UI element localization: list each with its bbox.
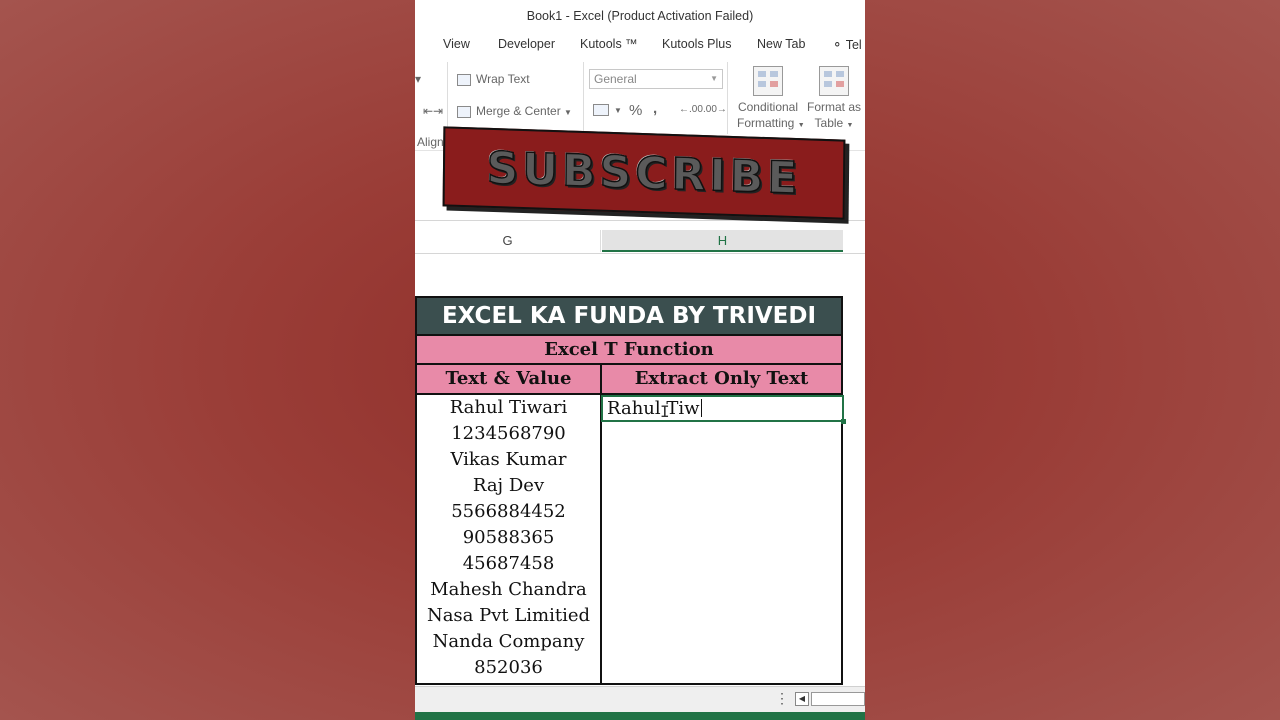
cell-value[interactable]: Vikas Kumar — [417, 447, 600, 473]
format-as-table-icon — [819, 66, 849, 96]
cell-value[interactable]: 1234568790 — [417, 421, 600, 447]
tab-kutools[interactable]: Kutools ™ — [580, 37, 638, 51]
number-format-select[interactable]: General ▼ — [589, 69, 723, 89]
chevron-down-icon: ▼ — [846, 122, 854, 129]
chevron-down-icon: ▼ — [564, 108, 572, 117]
active-cell-text: Rahul Tiw — [607, 398, 700, 419]
format-as-table-label-2: Table — [814, 116, 844, 130]
tab-kutools-plus[interactable]: Kutools Plus — [662, 37, 731, 51]
window-title: Book1 - Excel (Product Activation Failed… — [526, 9, 754, 23]
column-extract-only-text — [600, 395, 843, 685]
active-cell-h[interactable]: Rahul Tiw I — [601, 395, 846, 424]
format-as-table-button[interactable]: Format as Table ▼ — [805, 99, 863, 134]
merge-center-label: Merge & Center — [476, 104, 561, 118]
lightbulb-icon: ⚬ — [832, 38, 843, 52]
chevron-down-icon: ▼ — [710, 74, 718, 83]
align-dropdown[interactable]: ▾ — [415, 72, 421, 86]
increase-decimal-label: .00 — [689, 104, 703, 115]
tab-view[interactable]: View — [443, 37, 470, 51]
cell-value[interactable]: 90588365 — [417, 525, 600, 551]
cell-value[interactable]: Nanda Company — [417, 629, 600, 655]
tell-me-label: Tel — [845, 38, 862, 52]
conditional-formatting-button[interactable]: Conditional Formatting ▼ — [737, 99, 805, 134]
chevron-down-icon: ▼ — [614, 106, 622, 115]
wrap-text-icon — [457, 73, 471, 86]
wrap-text-button[interactable]: Wrap Text — [457, 72, 530, 86]
text-caret — [700, 399, 702, 417]
number-format-value: General — [594, 72, 637, 86]
column-header-g[interactable]: G — [415, 230, 601, 252]
cell-value[interactable]: Rahul Tiwari — [417, 395, 600, 421]
conditional-formatting-label: Conditional — [737, 100, 799, 114]
excel-window: Book1 - Excel (Product Activation Failed… — [415, 0, 865, 720]
tab-new-tab[interactable]: New Tab — [757, 37, 805, 51]
subscribe-banner[interactable]: SUBSCRIBE — [442, 126, 846, 220]
table-banner: EXCEL KA FUNDA BY TRIVEDI — [415, 296, 843, 336]
conditional-formatting-icon — [753, 66, 783, 96]
fill-handle[interactable] — [841, 419, 846, 424]
tab-tell-me[interactable]: ⚬ Tel — [832, 37, 862, 52]
header-text-value[interactable]: Text & Value — [415, 365, 602, 395]
scrollbar-thumb[interactable] — [811, 692, 865, 706]
cell-value[interactable]: 852036 — [417, 655, 600, 681]
indent-icon[interactable]: ⇤⇥ — [423, 104, 443, 118]
cell-value[interactable]: Mahesh Chandra — [417, 577, 600, 603]
tab-developer[interactable]: Developer — [498, 37, 555, 51]
column-header-h[interactable]: H — [602, 230, 843, 252]
column-text-value: Rahul Tiwari 1234568790 Vikas Kumar Raj … — [415, 395, 602, 685]
wrap-text-label: Wrap Text — [476, 72, 530, 86]
horizontal-scrollbar[interactable]: ⋮ ◀ — [415, 686, 865, 712]
chevron-down-icon: ▼ — [797, 122, 805, 129]
formula-bar-divider — [415, 220, 865, 221]
cell-value[interactable]: 5566884452 — [417, 499, 600, 525]
increase-decimal-button[interactable]: ←.00 — [679, 104, 703, 115]
table-subtitle: Excel T Function — [415, 336, 843, 365]
decrease-decimal-label: .00 — [703, 104, 717, 115]
header-extract-only-text[interactable]: Extract Only Text — [600, 365, 843, 395]
divider — [727, 62, 728, 134]
conditional-formatting-label-2: Formatting — [737, 116, 795, 130]
format-as-table-label: Format as — [806, 100, 861, 114]
scroll-left-icon[interactable]: ◀ — [795, 692, 809, 706]
decrease-decimal-icon: → — [716, 104, 727, 115]
cell-value[interactable]: Nasa Pvt Limitied — [417, 603, 600, 629]
ibeam-cursor-icon: I — [660, 402, 670, 421]
currency-icon — [593, 103, 609, 116]
divider — [447, 62, 448, 134]
merge-center-icon — [457, 105, 471, 118]
subscribe-text: SUBSCRIBE — [486, 142, 803, 205]
comma-style-button[interactable]: , — [653, 100, 657, 117]
currency-format-button[interactable]: ▼ — [593, 102, 622, 116]
cell-value[interactable]: Raj Dev — [417, 473, 600, 499]
ribbon-tabs: View Developer Kutools ™ Kutools Plus Ne… — [415, 34, 865, 56]
alignment-group-label: Align — [417, 135, 444, 149]
percent-style-button[interactable]: % — [629, 102, 642, 119]
merge-center-button[interactable]: Merge & Center ▼ — [457, 104, 572, 118]
decrease-decimal-button[interactable]: .00→ — [703, 104, 727, 115]
column-headers: G H — [415, 230, 865, 254]
more-options-icon[interactable]: ⋮ — [775, 690, 789, 707]
cell-value[interactable]: 45687458 — [417, 551, 600, 577]
divider — [583, 62, 584, 134]
status-bar — [415, 712, 865, 720]
increase-decimal-icon: ← — [679, 104, 689, 115]
